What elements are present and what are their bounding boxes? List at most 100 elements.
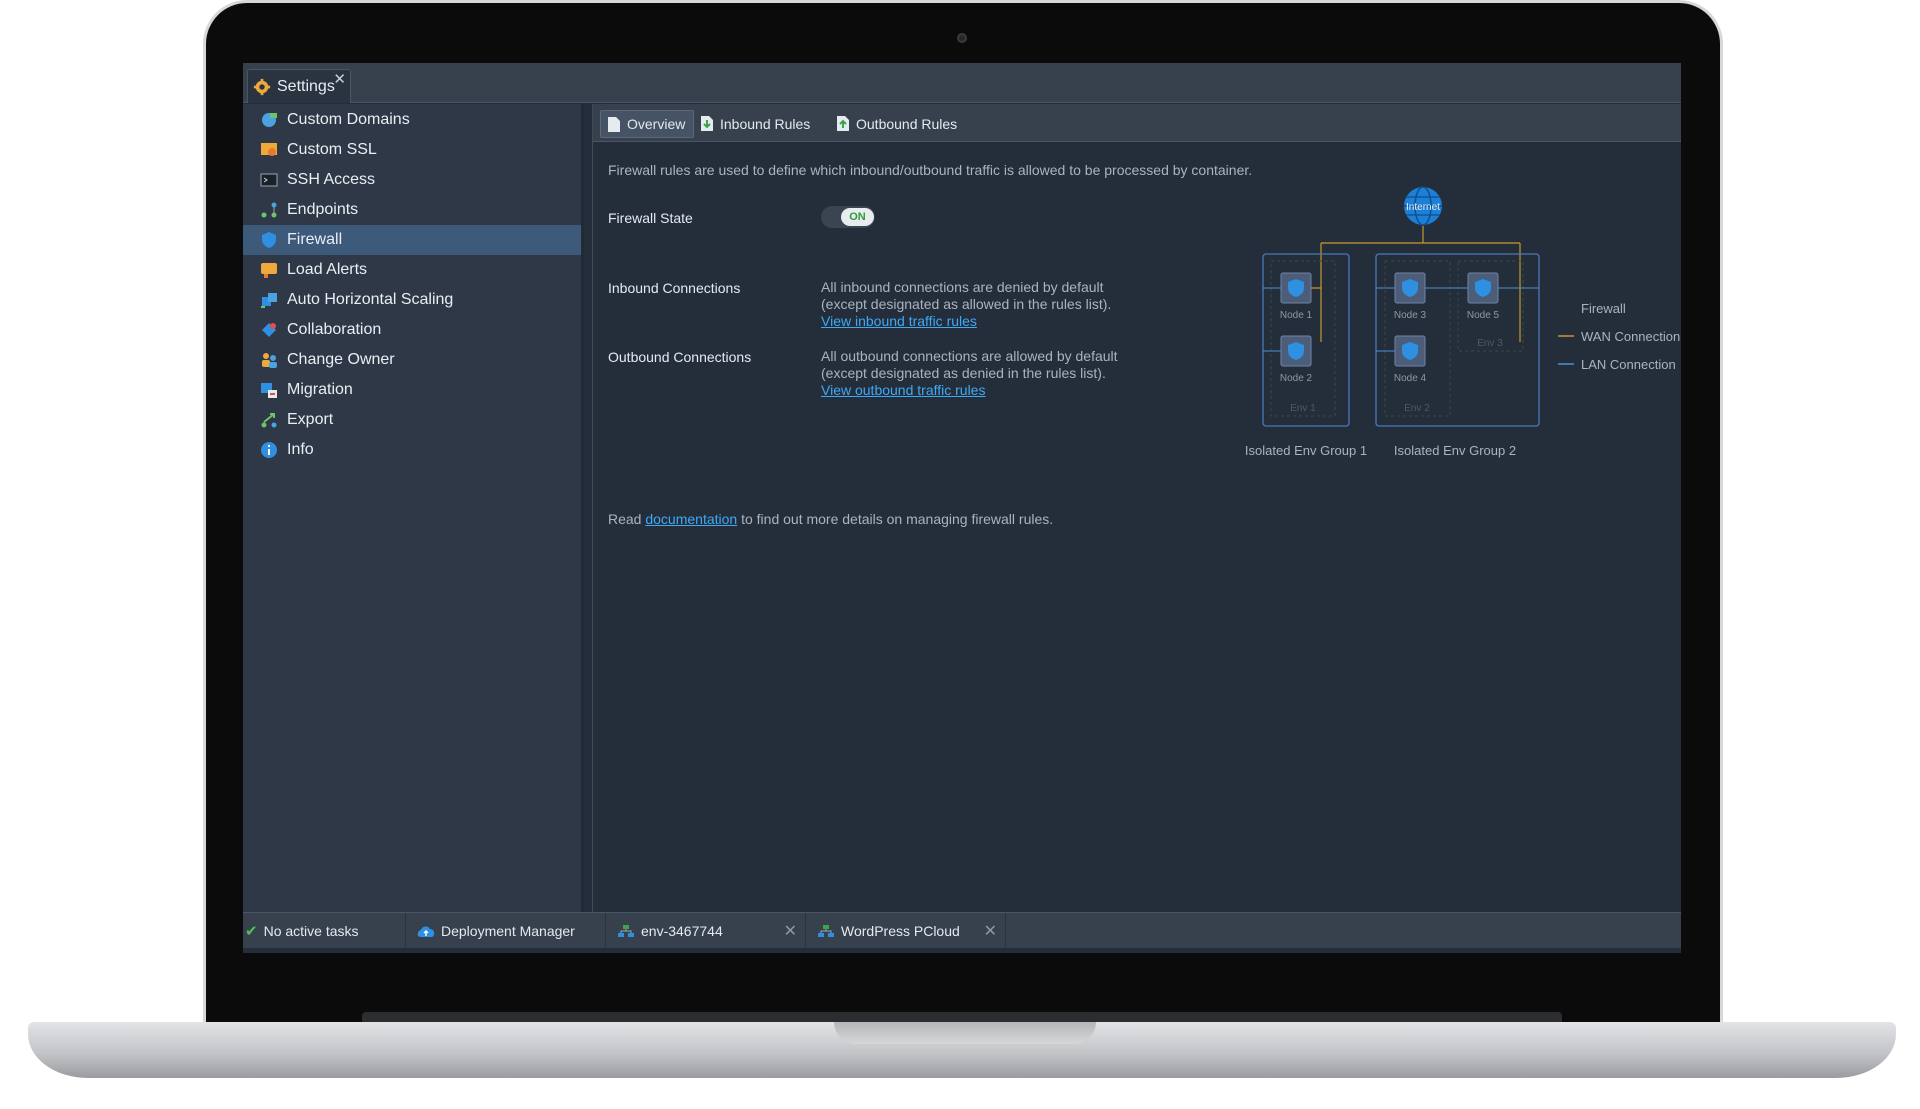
group-caption: Isolated Env Group 2 [1394,443,1516,458]
sidebar-item-label: Auto Horizontal Scaling [287,291,454,308]
tab-overview[interactable]: Overview [600,110,695,138]
close-icon[interactable]: ✕ [784,921,797,941]
env-label: Env 1 [1290,403,1316,414]
env-tab-label: WordPress PCloud [841,923,960,939]
alert-icon [261,263,277,278]
group-caption: Isolated Env Group 1 [1245,443,1367,458]
env-tab-label: env-3467744 [641,923,723,939]
firewall-intro-text: Firewall rules are used to define which … [608,162,1253,178]
node-icon [1394,272,1426,304]
firewall-topology-diagram: Internet Node 1 Node 2 Node 3 Node 4 Nod… [1245,186,1680,458]
internet-label: Internet [1406,202,1440,213]
tab-inbound-rules[interactable]: Inbound Rules [694,110,818,138]
info-icon [261,442,277,458]
doc-suffix: to find out more details on managing fir… [741,511,1054,527]
settings-tab-label: Settings [277,77,335,95]
terminal-icon [260,173,278,187]
sidebar-item-info[interactable]: Info [243,435,581,465]
tab-outbound-label: Outbound Rules [856,116,958,132]
outbound-description: All outbound connections are allowed by … [821,348,1151,399]
checkmark-icon: ✔ [245,923,258,940]
env-label: Env 3 [1477,338,1503,349]
close-icon[interactable]: ✕ [333,70,346,88]
screen: Settings ✕ Custom Domains Custom SSL SSH… [243,63,1681,953]
node-icon [1467,272,1499,304]
shield-icon [262,232,276,248]
sidebar-item-label: SSH Access [287,171,376,188]
firewall-state-toggle[interactable]: ON [821,206,875,228]
sidebar-item-label: Migration [287,381,353,398]
firewall-subtabs: Overview Inbound Rules Outbound Rules [593,104,1681,142]
sidebar-item-label: Custom Domains [287,111,410,128]
users-icon [262,353,277,368]
scaling-icon [261,293,277,308]
outbound-line-2: (except designated as denied in the rule… [821,365,1106,381]
firewall-state-label: Firewall State [608,210,693,226]
camera-icon [957,33,967,43]
node-label: Node 4 [1394,373,1427,384]
view-inbound-rules-link[interactable]: View inbound traffic rules [821,313,977,329]
sidebar-item-endpoints[interactable]: Endpoints [243,195,581,225]
node-label: Node 2 [1280,373,1313,384]
documentation-line: Read documentation to find out more deta… [608,511,1053,527]
sidebar-item-label: Info [287,441,314,458]
close-icon[interactable]: ✕ [984,921,997,941]
tasks-status-label: No active tasks [263,923,359,939]
sidebar-item-load-alerts[interactable]: Load Alerts [243,255,581,285]
deployment-manager-tab[interactable]: Deployment Manager [407,913,606,949]
node-label: Node 5 [1467,310,1500,321]
firewall-panel: Overview Inbound Rules Outbound Rules Fi… [592,104,1681,912]
documentation-link[interactable]: documentation [645,511,737,527]
node-label: Node 3 [1394,310,1427,321]
certificate-icon [261,143,277,156]
view-outbound-rules-link[interactable]: View outbound traffic rules [821,382,985,398]
inbound-connections-label: Inbound Connections [608,280,741,296]
legend-lan: LAN Connection [1581,357,1676,372]
tab-settings[interactable]: Settings ✕ [247,69,351,103]
sidebar-item-firewall[interactable]: Firewall [243,225,581,255]
bottom-taskbar: ✔ No active tasks Deployment Manager env… [243,912,1681,949]
doc-prefix: Read [608,511,642,527]
inbound-rules-icon [701,116,713,131]
legend-firewall: Firewall [1581,301,1626,316]
settings-sidebar: Custom Domains Custom SSL SSH Access End… [243,104,584,912]
laptop-notch [834,1022,1096,1044]
node-icon [1280,335,1312,367]
migration-icon [261,383,277,398]
sidebar-item-label: Load Alerts [287,261,368,278]
sidebar-item-label: Collaboration [287,321,382,338]
sidebar-item-collaboration[interactable]: Collaboration [243,315,581,345]
export-icon [261,413,277,428]
sidebar-item-ssh-access[interactable]: SSH Access [243,165,581,195]
outbound-rules-icon [837,116,849,131]
env-tab-3467744[interactable]: env-3467744 ✕ [607,913,806,949]
sidebar-item-label: Custom SSL [287,141,377,158]
deployment-manager-label: Deployment Manager [441,923,575,939]
collaboration-icon [262,323,276,337]
sidebar-item-label: Firewall [287,231,343,248]
env-label: Env 2 [1404,403,1430,414]
sidebar-item-change-owner[interactable]: Change Owner [243,345,581,375]
node-icon [1394,335,1426,367]
document-icon [608,117,620,132]
sidebar-item-auto-horizontal-scaling[interactable]: Auto Horizontal Scaling [243,285,581,315]
window-tabstrip: Settings ✕ [243,63,1681,103]
sidebar-item-custom-domains[interactable]: Custom Domains [243,105,581,135]
cloud-upload-icon [417,926,435,937]
environment-icon [618,925,634,937]
inbound-description: All inbound connections are denied by de… [821,279,1151,330]
tab-outbound-rules[interactable]: Outbound Rules [830,110,965,138]
sidebar-item-export[interactable]: Export [243,405,581,435]
tasks-status[interactable]: ✔ No active tasks [243,913,406,949]
node-icon [1280,272,1312,304]
legend-wan: WAN Connection [1581,329,1680,344]
tab-inbound-label: Inbound Rules [720,116,811,132]
outbound-line-1: All outbound connections are allowed by … [821,348,1118,364]
sidebar-item-label: Endpoints [287,201,359,218]
sidebar-item-migration[interactable]: Migration [243,375,581,405]
sidebar-item-custom-ssl[interactable]: Custom SSL [243,135,581,165]
env-tab-wordpress-pcloud[interactable]: WordPress PCloud ✕ [807,913,1006,949]
gear-icon [253,78,271,95]
sidebar-item-label: Change Owner [287,351,395,368]
tab-overview-label: Overview [627,116,686,132]
